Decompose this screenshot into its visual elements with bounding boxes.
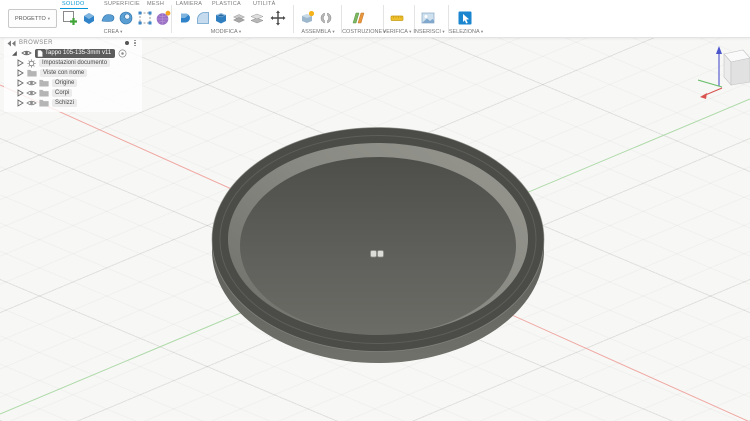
toolbar-divider [171,5,172,33]
chevron-down-icon: ▾ [239,29,241,34]
verifica-group-dropdown[interactable]: VERIFICA ▾ [383,29,412,35]
project-button-label: PROGETTO [15,16,46,22]
browser-row-schizzi[interactable]: Schizzi [4,98,142,108]
active-component-label: Tappo 105-135-3mm v11 [45,50,111,56]
assembla-group-label: ASSEMBLA [301,29,330,35]
visibility-eye-icon[interactable] [26,89,37,97]
split-body-icon[interactable] [249,10,265,26]
collapse-panel-icon[interactable] [7,40,16,47]
browser-row-corpi[interactable]: Corpi [4,88,142,98]
extrude-icon[interactable] [81,10,97,26]
sweep-icon[interactable] [100,10,116,26]
active-component[interactable]: Tappo 105-135-3mm v11 [35,49,115,58]
revolve-icon[interactable] [118,10,134,26]
construction-plane-icon[interactable] [350,10,366,26]
assembla-group-dropdown[interactable]: ASSEMBLA ▾ [301,29,334,35]
visibility-eye-icon[interactable] [21,49,32,57]
move-copy-icon[interactable] [270,10,286,26]
viewcube-x-axis-icon [700,88,722,99]
seleziona-group-dropdown[interactable]: SELEZIONA ▾ [449,29,483,35]
verifica-group-label: VERIFICA [383,29,408,35]
browser-item-label[interactable]: Schizzi [52,99,77,107]
chevron-down-icon: ▾ [48,16,50,22]
browser-panel-title: BROWSER [19,40,53,46]
viewcube[interactable] [698,40,750,102]
shell-icon[interactable] [213,10,229,26]
chevron-down-icon: ▾ [120,29,122,34]
expand-arrow-icon[interactable] [10,49,18,57]
folder-icon [39,99,49,107]
activate-radio-icon[interactable] [118,49,127,58]
model-ring-body[interactable] [212,127,544,363]
insert-canvas-icon[interactable] [420,10,436,26]
browser-item-label[interactable]: Impostazioni documento [39,59,110,67]
costruzione-group-dropdown[interactable]: COSTRUZIONE ▾ [342,29,386,35]
create-sketch-icon[interactable] [62,10,78,26]
visibility-eye-icon[interactable] [26,79,37,87]
tab-plastica[interactable]: PLASTICA [212,1,241,7]
browser-panel: BROWSER Tappo 105-135-3mm v11 Impostazio… [4,38,142,112]
form-icon[interactable] [155,10,171,26]
chevron-down-icon: ▾ [442,29,444,34]
costruzione-group-label: COSTRUZIONE [342,29,382,35]
tab-solido[interactable]: SOLIDO [62,1,85,7]
browser-root-row[interactable]: Tappo 105-135-3mm v11 [4,48,142,58]
joint-icon[interactable] [318,10,334,26]
browser-row-impostazioni[interactable]: Impostazioni documento [4,58,142,68]
browser-row-viste[interactable]: Viste con nome [4,68,142,78]
folder-icon [39,79,49,87]
browser-item-label[interactable]: Origine [52,79,77,87]
press-pull-icon[interactable] [177,10,193,26]
modifica-group-dropdown[interactable]: MODIFICA ▾ [211,29,241,35]
collapse-arrow-icon[interactable] [17,69,24,77]
measure-icon[interactable] [389,10,405,26]
active-tab-underline [60,8,88,10]
fillet-icon[interactable] [195,10,211,26]
combine-icon[interactable] [231,10,247,26]
tab-utilita[interactable]: UTILITÀ [253,1,276,7]
browser-panel-header: BROWSER [4,38,142,48]
visibility-eye-icon[interactable] [26,99,37,107]
crea-group-dropdown[interactable]: CREA ▾ [104,29,123,35]
pattern-icon[interactable] [137,10,153,26]
project-dropdown-button[interactable]: PROGETTO ▾ [8,9,57,28]
panel-dot-icon[interactable] [125,41,129,45]
tab-lamiera[interactable]: LAMIERA [176,1,202,7]
folder-icon [27,69,37,77]
tab-superficie[interactable]: SUPERFICIE [104,1,140,7]
inserisci-group-dropdown[interactable]: INSERISCI ▾ [413,29,444,35]
seleziona-group-label: SELEZIONA [449,29,480,35]
folder-icon [39,89,49,97]
toolbar-divider [293,5,294,33]
toolbar: SOLIDO SUPERFICIE MESH LAMIERA PLASTICA … [0,0,750,38]
collapse-arrow-icon[interactable] [17,89,24,97]
kebab-menu-icon[interactable] [134,40,136,47]
collapse-arrow-icon[interactable] [17,59,24,67]
collapse-arrow-icon[interactable] [17,99,24,107]
browser-row-origine[interactable]: Origine [4,78,142,88]
crea-group-label: CREA [104,29,119,35]
tab-mesh[interactable]: MESH [147,1,164,7]
inserisci-group-label: INSERISCI [413,29,441,35]
chevron-down-icon: ▾ [481,29,483,34]
browser-item-label[interactable]: Viste con nome [40,69,87,77]
viewcube-cube[interactable] [724,50,750,85]
chevron-down-icon: ▾ [332,29,334,34]
browser-item-label[interactable]: Corpi [52,89,72,97]
chevron-down-icon: ▾ [409,29,411,34]
gear-icon [27,59,36,68]
collapse-arrow-icon[interactable] [17,79,24,87]
modifica-group-label: MODIFICA [211,29,238,35]
document-icon [37,50,43,57]
new-component-icon[interactable] [299,10,315,26]
viewcube-z-axis-icon [716,46,722,86]
select-icon[interactable] [457,10,473,26]
